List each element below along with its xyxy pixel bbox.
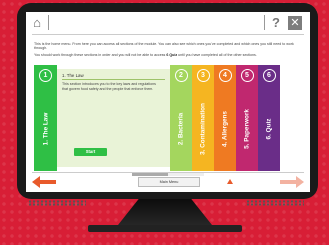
section-number: 4 — [218, 69, 232, 82]
toolbar-divider — [48, 15, 49, 30]
section-number: 5 — [240, 69, 254, 82]
instruction-paragraph: You should work through these sections i… — [34, 53, 257, 57]
section-tab-quiz[interactable]: 6 6. Quiz — [258, 65, 280, 171]
progress-marker-icon — [227, 179, 233, 184]
section-detail-description: This section introduces you to the key l… — [62, 82, 156, 91]
home-icon[interactable]: ⌂ — [30, 16, 44, 30]
arrow-left-icon[interactable] — [32, 176, 56, 188]
section-label: 6. Quiz — [265, 118, 273, 140]
section-detail-divider — [62, 79, 165, 80]
section-tab-contamination[interactable]: 3 3. Contamination — [192, 65, 214, 171]
section-label: 1. The Law — [42, 112, 49, 146]
speaker-grille-left — [28, 200, 86, 206]
section-label: 4. Allergens — [221, 111, 229, 147]
start-button[interactable]: Start — [74, 148, 107, 156]
section-detail-title: 1. The Law — [62, 73, 84, 78]
course-screen: ⌂ ? ✕ This is the home menu. From here y… — [26, 12, 310, 192]
section-number: 2 — [174, 69, 188, 82]
section-number: 3 — [196, 69, 210, 82]
intro-paragraph: This is the home menu. From here you can… — [34, 42, 294, 51]
section-number: 6 — [262, 69, 276, 82]
progress-fill — [132, 173, 168, 176]
toolbar-divider-line — [32, 34, 304, 35]
section-tab-the-law[interactable]: 1 1. The Law — [34, 65, 57, 171]
close-button[interactable]: ✕ — [288, 16, 302, 30]
section-tab-allergens[interactable]: 4 4. Allergens — [214, 65, 236, 171]
help-button[interactable]: ? — [269, 15, 283, 31]
section-detail-panel: 1. The Law This section introduces you t… — [57, 69, 170, 167]
top-toolbar: ⌂ ? ✕ — [26, 12, 310, 34]
section-tab-bacteria[interactable]: 2 2. Bacteria — [170, 65, 192, 171]
monitor-base — [88, 225, 242, 232]
section-label: 5. Paperwork — [243, 109, 251, 149]
section-label: 2. Bacteria — [177, 112, 185, 146]
section-tab-paperwork[interactable]: 5 5. Paperwork — [236, 65, 258, 171]
main-menu-button[interactable]: Main Menu — [138, 177, 200, 187]
section-number: 1 — [39, 69, 52, 82]
speaker-grille-right — [246, 200, 304, 206]
toolbar-divider — [264, 15, 265, 30]
bottom-navigation: Main Menu — [26, 172, 310, 192]
arrow-right-icon[interactable] — [280, 176, 304, 188]
section-label: 3. Contamination — [199, 103, 207, 155]
section-panels: 1 1. The Law 1. The Law This section int… — [34, 65, 304, 171]
progress-bar — [132, 173, 204, 176]
